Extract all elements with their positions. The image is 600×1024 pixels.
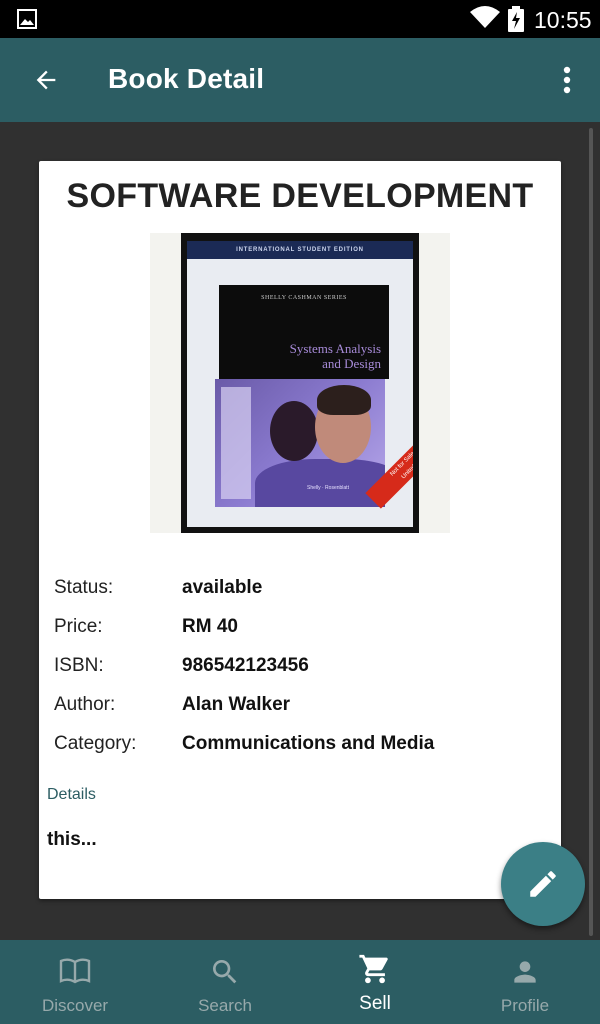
book-open-icon	[59, 958, 91, 984]
clock: 10:55	[534, 7, 592, 33]
author-value: Alan Walker	[182, 694, 291, 715]
gallery-icon	[17, 9, 37, 34]
book-cover-image: INTERNATIONAL STUDENT EDITION SHELLY CAS…	[150, 233, 450, 533]
cover-name-line1: Systems Analysis	[289, 341, 381, 356]
nav-label-profile: Profile	[500, 996, 550, 1015]
edit-pencil-icon	[530, 871, 556, 897]
bottom-navigation: Discover Search Sell Profile	[0, 940, 600, 1024]
app-bar: Book Detail	[0, 38, 600, 122]
price-value: RM 40	[182, 616, 238, 637]
search-icon	[213, 960, 237, 984]
overflow-menu-button[interactable]	[546, 58, 588, 102]
status-bar: 10:55	[0, 0, 600, 38]
wifi-icon	[470, 6, 500, 35]
author-label: Author:	[54, 694, 116, 715]
nav-item-sell[interactable]: Sell	[300, 940, 450, 1024]
nav-label-sell: Sell	[359, 993, 391, 1014]
more-vert-icon	[563, 66, 571, 94]
book-info-list: Status: available Price: RM 40 ISBN: 986…	[54, 577, 554, 772]
book-detail-card: SOFTWARE DEVELOPMENT INTERNATIONAL STUDE…	[39, 161, 561, 899]
category-label: Category:	[54, 733, 137, 754]
isbn-label: ISBN:	[54, 655, 104, 676]
info-row-status: Status: available	[54, 577, 554, 616]
cart-icon	[359, 954, 388, 984]
nav-label-search: Search	[198, 996, 252, 1015]
cover-banner: INTERNATIONAL STUDENT EDITION	[187, 241, 413, 259]
info-row-author: Author: Alan Walker	[54, 694, 554, 733]
details-text: this...	[47, 829, 97, 850]
back-button[interactable]	[22, 56, 70, 104]
person-icon	[514, 961, 536, 983]
cover-name-line2: and Design	[322, 356, 381, 371]
info-row-isbn: ISBN: 986542123456	[54, 655, 554, 694]
book-title: SOFTWARE DEVELOPMENT	[66, 177, 534, 215]
arrow-left-icon	[36, 70, 56, 90]
info-row-category: Category: Communications and Media	[54, 733, 554, 772]
category-value: Communications and Media	[182, 733, 435, 754]
nav-item-discover[interactable]: Discover	[0, 940, 150, 1024]
edit-fab-button[interactable]	[501, 842, 585, 926]
battery-icon	[508, 6, 524, 37]
status-value: available	[182, 577, 263, 598]
cover-series: SHELLY CASHMAN SERIES	[261, 295, 347, 301]
nav-item-profile[interactable]: Profile	[450, 940, 600, 1024]
page-title: Book Detail	[108, 63, 265, 94]
isbn-value: 986542123456	[182, 655, 309, 676]
cover-authors: Shelly · Rosenblatt	[307, 485, 349, 491]
price-label: Price:	[54, 616, 103, 637]
nav-item-search[interactable]: Search	[150, 940, 300, 1024]
status-label: Status:	[54, 577, 114, 598]
info-row-price: Price: RM 40	[54, 616, 554, 655]
scrollbar[interactable]	[589, 128, 593, 936]
nav-label-discover: Discover	[41, 996, 109, 1015]
details-heading: Details	[47, 786, 96, 803]
